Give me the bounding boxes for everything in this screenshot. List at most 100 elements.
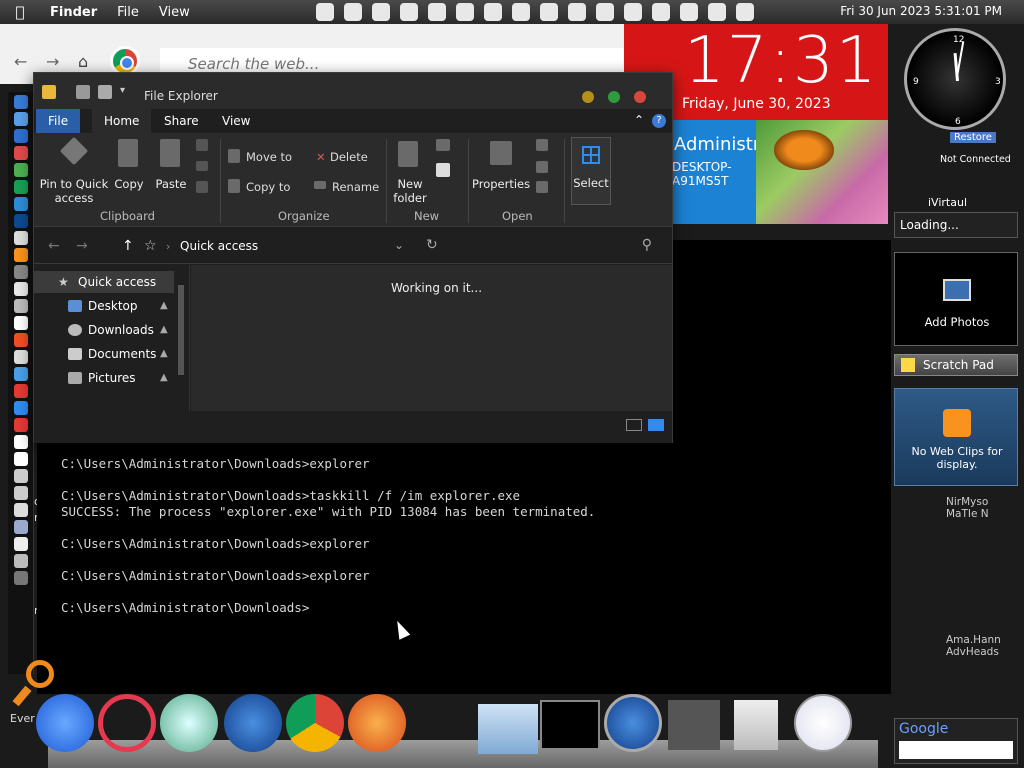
cut-icon[interactable] — [196, 139, 208, 151]
status-icon[interactable] — [568, 3, 586, 21]
google-search-input[interactable] — [899, 741, 1013, 759]
home-icon[interactable]: ⌂ — [78, 52, 88, 71]
chrome-icon[interactable] — [286, 694, 344, 752]
nav-item-documents[interactable]: Documents ▲ — [34, 343, 174, 365]
breadcrumb-chevron-icon[interactable]: › — [166, 240, 170, 253]
launcher-icon[interactable] — [13, 350, 28, 364]
nav-item-quick-access[interactable]: ★ Quick access — [34, 271, 174, 293]
status-icon[interactable] — [736, 3, 754, 21]
paste-button[interactable]: Paste — [154, 177, 188, 191]
status-icon[interactable] — [316, 3, 334, 21]
minimize-button[interactable] — [582, 91, 594, 103]
large-icons-view-icon[interactable] — [648, 419, 664, 431]
desktop-icon-label[interactable]: Ama.Hann AdvHeads — [946, 634, 1006, 658]
properties-button[interactable]: Properties — [472, 177, 530, 191]
copy-button[interactable]: Copy — [114, 177, 144, 191]
desktop-icon-label[interactable]: NirMyso MaTIe N — [946, 496, 1006, 520]
apple-menu-icon[interactable]:  — [0, 3, 40, 21]
photo-tile[interactable] — [756, 120, 888, 224]
launcher-icon[interactable] — [13, 469, 28, 483]
delete-button[interactable]: Delete — [330, 150, 368, 164]
move-to-button[interactable]: Move to — [246, 150, 292, 164]
pin-to-quick-access-button[interactable]: Pin to Quick access — [38, 177, 110, 205]
status-icon[interactable] — [540, 3, 558, 21]
launcher-icon[interactable] — [13, 282, 28, 296]
launcher-icon[interactable] — [13, 367, 28, 381]
nav-item-pictures[interactable]: Pictures ▲ — [34, 367, 174, 389]
edit-icon[interactable] — [536, 161, 548, 173]
help-icon[interactable]: ? — [652, 114, 666, 128]
launcher-icon[interactable] — [13, 503, 28, 517]
easy-access-icon[interactable] — [436, 163, 450, 177]
opera-icon[interactable] — [98, 694, 156, 752]
launcher-icon[interactable] — [13, 401, 28, 415]
copy-path-icon[interactable] — [196, 161, 208, 171]
collapse-ribbon-icon[interactable]: ⌃ — [634, 113, 644, 127]
scrollbar-thumb[interactable] — [178, 285, 184, 375]
launcher-icon[interactable] — [13, 537, 28, 551]
file-list-area[interactable]: Working on it... — [191, 265, 672, 411]
explorer-titlebar[interactable]: ▾ File Explorer — [34, 73, 672, 109]
nav-item-downloads[interactable]: Downloads ▲ — [34, 319, 174, 341]
add-photos-gadget[interactable]: Add Photos — [894, 252, 1018, 346]
windows-start-icon[interactable] — [224, 694, 282, 752]
status-icon[interactable] — [596, 3, 614, 21]
tab-share[interactable]: Share — [152, 109, 211, 133]
status-icon[interactable] — [400, 3, 418, 21]
rename-button[interactable]: Rename — [332, 180, 379, 194]
launcher-icon[interactable] — [13, 197, 28, 211]
refresh-icon[interactable]: ↻ — [426, 237, 438, 253]
tab-home[interactable]: Home — [92, 109, 152, 133]
details-view-icon[interactable] — [626, 419, 642, 431]
launcher-icon[interactable] — [13, 129, 28, 143]
dock-app-icon[interactable] — [668, 700, 720, 750]
back-arrow-icon[interactable]: ← — [14, 52, 27, 71]
status-icon[interactable] — [624, 3, 642, 21]
launcher-icon[interactable] — [13, 333, 28, 347]
open-icon[interactable] — [536, 139, 548, 151]
menubar-clock[interactable]: Fri 30 Jun 2023 5:31:01 PM — [840, 4, 1002, 18]
maximize-button[interactable] — [608, 91, 620, 103]
launcher-icon[interactable] — [13, 299, 28, 313]
new-folder-button[interactable]: New folder — [390, 177, 430, 205]
status-icon[interactable] — [512, 3, 530, 21]
status-icon[interactable] — [484, 3, 502, 21]
launcher-icon[interactable] — [13, 112, 28, 126]
customize-quick-access-icon[interactable]: ▾ — [120, 85, 134, 99]
launcher-icon[interactable] — [13, 554, 28, 568]
status-icon[interactable] — [344, 3, 362, 21]
launcher-icon[interactable] — [13, 231, 28, 245]
dock-app-icon[interactable] — [36, 694, 94, 752]
search-icon[interactable]: ⚲ — [642, 237, 652, 253]
dock-app-icon[interactable] — [160, 694, 218, 752]
forward-arrow-icon[interactable]: → — [46, 52, 59, 71]
status-icon[interactable] — [428, 3, 446, 21]
status-icon[interactable] — [652, 3, 670, 21]
new-item-icon[interactable] — [436, 139, 450, 151]
history-icon[interactable] — [536, 181, 548, 193]
select-button[interactable]: Select — [571, 137, 611, 205]
forward-arrow-icon[interactable]: → — [76, 238, 88, 254]
status-icon[interactable] — [708, 3, 726, 21]
dock-app-icon[interactable] — [348, 694, 406, 752]
nav-item-desktop[interactable]: Desktop ▲ — [34, 295, 174, 317]
status-icon[interactable] — [680, 3, 698, 21]
tab-file[interactable]: File — [36, 109, 81, 133]
address-dropdown-icon[interactable]: ⌄ — [394, 238, 404, 252]
launcher-icon[interactable] — [13, 520, 28, 534]
trash-icon[interactable] — [734, 700, 778, 750]
menu-finder[interactable]: Finder — [40, 5, 107, 20]
task-manager-icon[interactable] — [478, 704, 538, 754]
scratch-pad-gadget[interactable]: Scratch Pad — [894, 354, 1018, 376]
properties-quick-icon[interactable] — [76, 85, 90, 99]
launcher-icon[interactable] — [13, 146, 28, 160]
launcher-icon[interactable] — [13, 316, 28, 330]
launcher-icon[interactable] — [13, 571, 28, 585]
launcher-icon[interactable] — [13, 95, 28, 109]
launcher-icon[interactable] — [13, 384, 28, 398]
analog-clock-gadget[interactable]: 12 3 6 9 — [904, 28, 1006, 130]
launcher-icon[interactable] — [13, 180, 28, 194]
desktop-icon-ivirtaul[interactable]: iVirtaul — [928, 196, 967, 209]
user-tile[interactable]: Administrator DESKTOP-A91MS5T — [672, 120, 797, 224]
launcher-icon[interactable] — [13, 435, 28, 449]
